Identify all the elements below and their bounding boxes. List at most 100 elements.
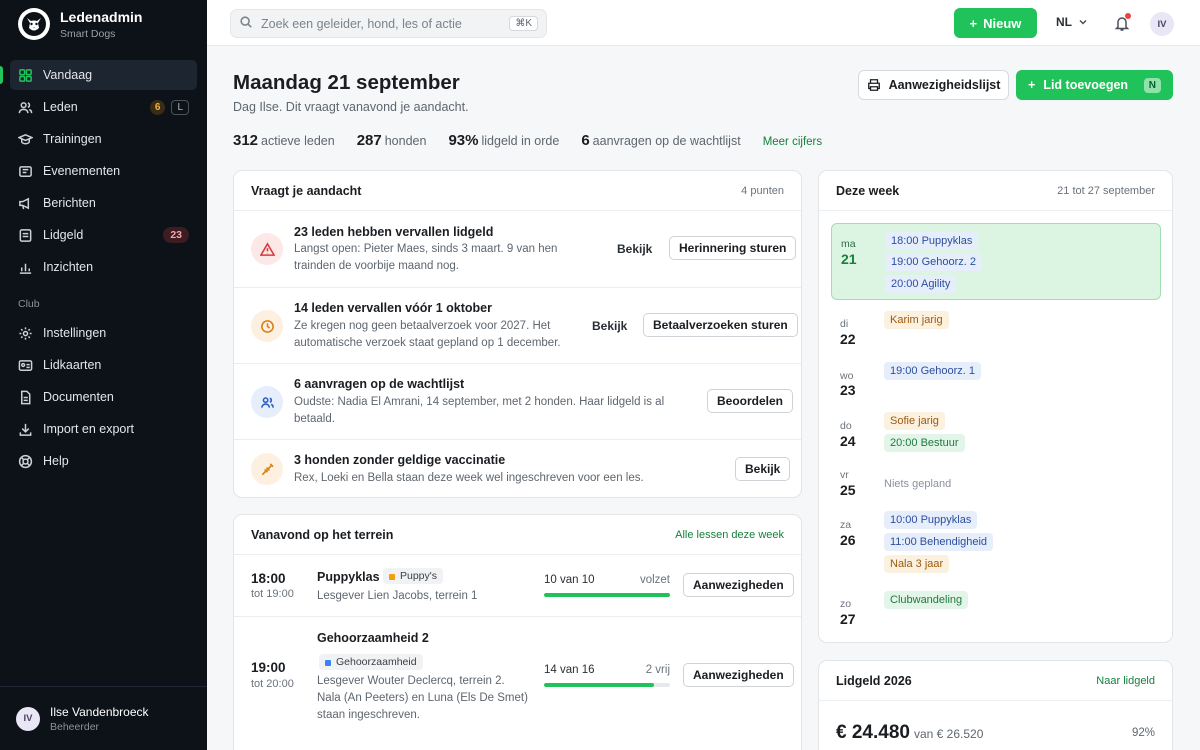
calendar-event[interactable]: 10:00 Puppyklas xyxy=(884,511,978,529)
fees-total: van € 26.520 xyxy=(913,727,984,741)
user-name: Ilse Vandenbroeck xyxy=(50,704,149,719)
notifications-button[interactable] xyxy=(1114,13,1131,32)
attention-count: 4 punten xyxy=(741,184,784,197)
calendar-event[interactable]: 19:00 Gehoorz. 2 xyxy=(885,253,983,271)
day-row: do 24 Sofie jarig 20:00 Bestuur xyxy=(831,412,1161,462)
sidebar-item-label: Instellingen xyxy=(43,326,107,340)
lidgeld-count-badge: 23 xyxy=(163,227,189,243)
users-icon xyxy=(251,386,283,418)
all-lessons-link[interactable]: Alle lessen deze week xyxy=(675,529,784,541)
day-of-week: wo xyxy=(840,370,854,382)
chevron-down-icon xyxy=(1079,19,1087,25)
calendar-event[interactable]: 20:00 Bestuur xyxy=(884,434,965,452)
view-link[interactable]: Bekijk xyxy=(592,319,627,333)
warning-icon xyxy=(251,233,283,265)
current-user[interactable]: IV Ilse Vandenbroeck Beheerder xyxy=(0,686,207,750)
sidebar-item-label: Help xyxy=(43,454,69,468)
calendar-event[interactable]: Clubwandeling xyxy=(884,591,969,609)
list-item: 6 aanvragen op de wachtlijst Oudste: Nad… xyxy=(234,363,801,439)
calendar-event[interactable]: 20:00 Agility xyxy=(885,275,957,293)
day-row: zo 27 Clubwandeling xyxy=(831,591,1161,631)
plus-icon: + xyxy=(1028,78,1036,92)
leden-count-badge: 6 xyxy=(149,99,166,115)
list-item: 14 leden vervallen vóór 1 oktober Ze kre… xyxy=(234,287,801,363)
bar-chart-icon xyxy=(18,260,33,275)
sidebar-item-documenten[interactable]: Documenten xyxy=(10,382,197,412)
language-select[interactable]: NL xyxy=(1056,15,1088,29)
lesson-name: Puppyklas xyxy=(317,570,380,584)
calendar-event[interactable]: Karim jarig xyxy=(884,311,949,329)
dog-logo-icon xyxy=(18,8,50,40)
sidebar-item-help[interactable]: Help xyxy=(10,446,197,476)
sidebar-item-instellingen[interactable]: Instellingen xyxy=(10,318,197,348)
day-of-week: zo xyxy=(840,598,852,610)
search-icon xyxy=(239,15,253,32)
attendance-button[interactable]: Aanwezigheden xyxy=(683,663,794,687)
sidebar-item-lidgeld[interactable]: Lidgeld 23 xyxy=(10,220,197,250)
sidebar-item-vandaag[interactable]: Vandaag xyxy=(0,60,197,90)
stat-fees-ok: 93% lidgeld in orde xyxy=(448,132,560,149)
search-box[interactable]: ⌘K xyxy=(230,9,547,38)
calendar-event[interactable]: 19:00 Gehoorz. 1 xyxy=(884,362,982,380)
sidebar-item-label: Lidgeld xyxy=(43,228,84,242)
id-card-icon xyxy=(18,358,33,373)
item-description: Oudste: Nadia El Amrani, 14 september, m… xyxy=(294,396,665,425)
send-payment-requests-button[interactable]: Betaalverzoeken sturen xyxy=(643,313,798,337)
calendar-event[interactable]: Sofie jarig xyxy=(884,412,945,430)
search-input[interactable] xyxy=(261,16,510,31)
main-nav: Vandaag Leden 6 L Trainingen Evenementen… xyxy=(0,60,207,476)
card-title: Deze week xyxy=(836,183,900,198)
ticket-icon xyxy=(18,164,33,179)
new-button[interactable]: + Nieuw xyxy=(954,8,1037,38)
sidebar-item-trainingen[interactable]: Trainingen xyxy=(10,124,197,154)
sidebar-item-inzichten[interactable]: Inzichten xyxy=(10,252,197,282)
day-number: 26 xyxy=(840,532,856,548)
sidebar-item-import-export[interactable]: Import en export xyxy=(10,414,197,444)
calendar-event[interactable]: Nala 3 jaar xyxy=(884,555,950,573)
view-button[interactable]: Bekijk xyxy=(735,457,791,481)
lesson-name: Gehoorzaamheid 2 xyxy=(317,631,429,645)
user-avatar-button[interactable]: IV xyxy=(1150,12,1174,36)
day-today[interactable]: ma 21 18:00 Puppyklas 19:00 Gehoorz. 2 2… xyxy=(831,223,1161,300)
sidebar-item-evenementen[interactable]: Evenementen xyxy=(10,156,197,186)
more-stats-link[interactable]: Meer cijfers xyxy=(763,136,822,148)
item-title: 3 honden zonder geldige vaccinatie xyxy=(294,453,506,467)
sidebar-item-label: Evenementen xyxy=(43,164,121,178)
capacity-bar xyxy=(544,593,670,597)
add-member-button[interactable]: + Lid toevoegen N xyxy=(1016,70,1173,100)
send-reminder-button[interactable]: Herinnering sturen xyxy=(669,236,797,260)
page-subtitle: Dag Ilse. Dit vraagt vanavond je aandach… xyxy=(233,100,469,114)
clock-icon xyxy=(251,310,283,342)
day-number: 22 xyxy=(840,331,856,347)
lesson-end: tot 19:00 xyxy=(251,588,294,600)
calendar-event[interactable]: 11:00 Behendigheid xyxy=(884,533,994,551)
sidebar-item-lidkaarten[interactable]: Lidkaarten xyxy=(10,350,197,380)
megaphone-icon xyxy=(18,196,33,211)
attendance-list-button[interactable]: Aanwezigheidslijst xyxy=(858,70,1009,100)
day-of-week: za xyxy=(840,519,852,531)
lesson-description: Lesgever Wouter Declercq, terrein 2. Nala… xyxy=(317,675,528,721)
day-of-week: ma xyxy=(841,238,856,250)
brand[interactable]: Ledenadmin Smart Dogs xyxy=(0,0,207,48)
notification-dot xyxy=(1125,13,1131,19)
fees-link[interactable]: Naar lidgeld xyxy=(1096,675,1155,687)
day-number: 21 xyxy=(841,251,857,267)
view-link[interactable]: Bekijk xyxy=(617,242,652,256)
item-title: 23 leden hebben vervallen lidgeld xyxy=(294,225,494,239)
plus-icon: + xyxy=(969,15,978,31)
app-title: Ledenadmin xyxy=(60,8,143,25)
users-icon xyxy=(18,100,33,115)
lesson-row: 19:00 tot 20:00 Gehoorzaamheid 2 Gehoorz… xyxy=(234,616,801,734)
review-button[interactable]: Beoordelen xyxy=(707,389,794,413)
sidebar-item-label: Trainingen xyxy=(43,132,102,146)
sidebar: Ledenadmin Smart Dogs Vandaag Leden 6 L … xyxy=(0,0,207,750)
calendar-event[interactable]: 18:00 Puppyklas xyxy=(885,232,979,250)
sidebar-item-berichten[interactable]: Berichten xyxy=(10,188,197,218)
attendance-button[interactable]: Aanwezigheden xyxy=(683,573,794,597)
attendance-list-label: Aanwezigheidslijst xyxy=(888,78,1001,92)
day-number: 27 xyxy=(840,611,856,627)
sidebar-item-leden[interactable]: Leden 6 L xyxy=(10,92,197,122)
capacity-fill xyxy=(544,683,655,687)
card-title: Lidgeld 2026 xyxy=(836,673,912,688)
day-number: 25 xyxy=(840,482,856,498)
